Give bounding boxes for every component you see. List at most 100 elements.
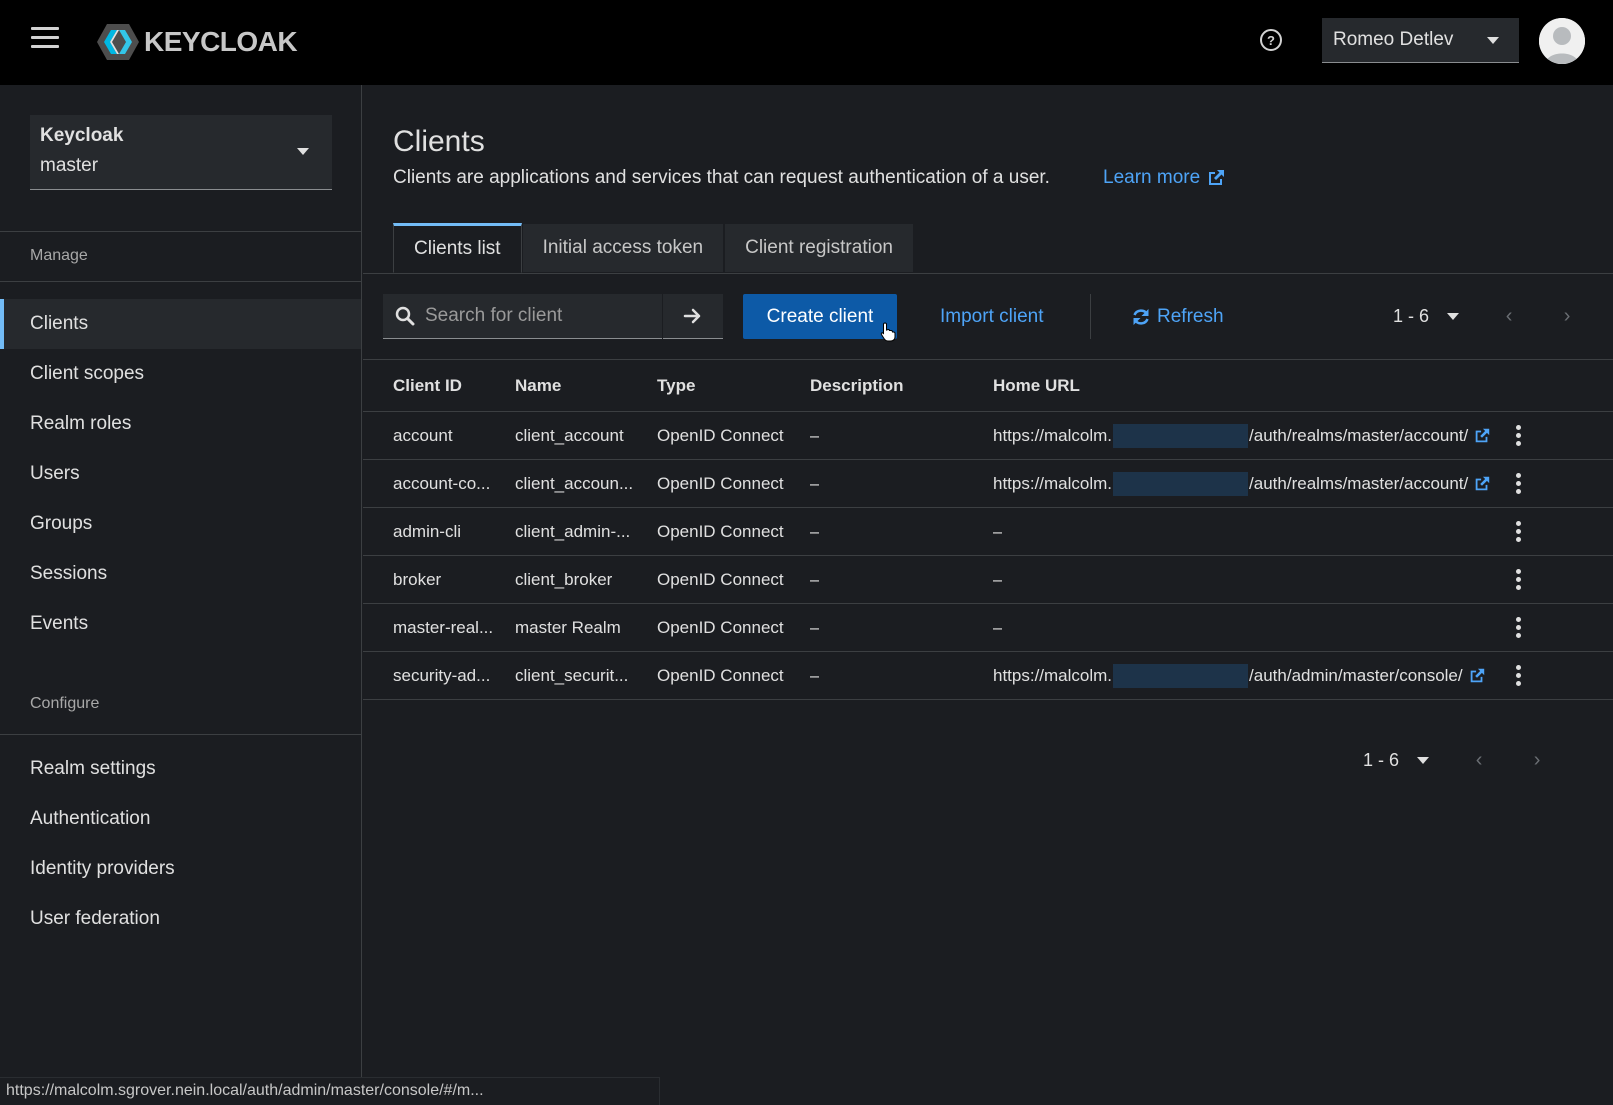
previous-page-icon[interactable]: ‹: [1499, 305, 1519, 328]
client-id-link[interactable]: broker: [393, 556, 441, 603]
client-id-link[interactable]: security-ad...: [393, 652, 490, 699]
learn-more-link[interactable]: Learn more: [1103, 167, 1226, 189]
home-url-link[interactable]: https://malcolm. /auth/admin/master/cons…: [993, 652, 1486, 699]
sidebar-item-clients[interactable]: Clients: [0, 299, 361, 349]
column-header-name[interactable]: Name: [515, 360, 561, 411]
search-submit-button[interactable]: [663, 294, 723, 339]
row-actions-kebab-icon[interactable]: [1503, 652, 1533, 699]
home-url-suffix: /auth/realms/master/account/: [1249, 425, 1469, 445]
home-url-prefix: https://malcolm.: [993, 473, 1113, 493]
table-row: admin-cli client_admin-... OpenID Connec…: [363, 508, 1613, 556]
client-id-link[interactable]: account: [393, 412, 453, 459]
sidebar-item-groups[interactable]: Groups: [0, 499, 361, 549]
caret-down-icon: [1487, 37, 1499, 44]
row-actions-kebab-icon[interactable]: [1503, 460, 1533, 507]
realm-selector[interactable]: Keycloak master: [30, 115, 332, 190]
table-row: account client_account OpenID Connect – …: [363, 412, 1613, 460]
home-url-prefix: https://malcolm.: [993, 665, 1113, 685]
home-url-empty: –: [993, 569, 1003, 589]
column-header-type[interactable]: Type: [657, 360, 695, 411]
client-description: –: [810, 473, 820, 493]
sidebar-item-sessions[interactable]: Sessions: [0, 549, 361, 599]
pagination-toggle[interactable]: 1 - 6: [1393, 306, 1460, 327]
avatar[interactable]: [1539, 18, 1585, 64]
sidebar-section-manage: Manage: [30, 247, 88, 264]
client-type: OpenID Connect: [657, 521, 784, 541]
sidebar-divider: [0, 231, 362, 232]
client-name: client_account: [515, 425, 624, 445]
help-icon[interactable]: ?: [1260, 29, 1282, 51]
client-name: master Realm: [515, 617, 621, 637]
refresh-icon: [1133, 308, 1149, 325]
tab-client-registration[interactable]: Client registration: [724, 223, 914, 273]
column-header-description[interactable]: Description: [810, 360, 904, 411]
row-actions-kebab-icon[interactable]: [1503, 412, 1533, 459]
sidebar-item-authentication[interactable]: Authentication: [0, 794, 361, 844]
client-id-link[interactable]: master-real...: [393, 604, 493, 651]
refresh-label: Refresh: [1157, 305, 1224, 327]
hamburger-menu-icon[interactable]: [31, 27, 59, 51]
client-name: client_admin-...: [515, 521, 631, 541]
pagination-range: 1 - 6: [1363, 750, 1400, 770]
row-actions-kebab-icon[interactable]: [1503, 508, 1533, 555]
next-page-icon[interactable]: ›: [1527, 749, 1547, 772]
create-client-button[interactable]: Create client: [743, 294, 897, 339]
hand-cursor-icon: [880, 322, 896, 342]
redacted-block: [1113, 663, 1249, 688]
external-link-icon: [1470, 668, 1484, 682]
next-page-icon[interactable]: ›: [1557, 305, 1577, 328]
home-url-prefix: https://malcolm.: [993, 425, 1113, 445]
tab-clients-list[interactable]: Clients list: [393, 223, 522, 273]
table-row: account-co... client_accoun... OpenID Co…: [363, 460, 1613, 508]
row-actions-kebab-icon[interactable]: [1503, 556, 1533, 603]
client-type: OpenID Connect: [657, 665, 784, 685]
tab-initial-access-token[interactable]: Initial access token: [521, 223, 725, 273]
caret-down-icon: [297, 148, 309, 155]
sidebar-item-events[interactable]: Events: [0, 599, 361, 649]
home-url-empty: –: [993, 617, 1003, 637]
client-type: OpenID Connect: [657, 617, 784, 637]
refresh-button[interactable]: Refresh: [1131, 294, 1224, 339]
sidebar-item-realm-settings[interactable]: Realm settings: [0, 744, 361, 794]
client-type: OpenID Connect: [657, 425, 784, 445]
home-url-link[interactable]: https://malcolm. /auth/realms/master/acc…: [993, 460, 1491, 507]
masthead: KEYCLOAK ? Romeo Detlev: [0, 0, 1613, 85]
external-link-icon: [1209, 170, 1225, 185]
search-box: [383, 294, 662, 339]
sidebar-item-identity-providers[interactable]: Identity providers: [0, 844, 361, 894]
top-pagination: 1 - 6 ‹ ›: [1393, 294, 1577, 339]
client-id-link[interactable]: admin-cli: [393, 508, 461, 555]
previous-page-icon[interactable]: ‹: [1469, 749, 1489, 772]
import-client-button[interactable]: Import client: [940, 294, 1043, 339]
home-url-link[interactable]: https://malcolm. /auth/realms/master/acc…: [993, 412, 1491, 459]
page-title: Clients: [393, 125, 485, 158]
client-description: –: [810, 617, 820, 637]
sidebar-item-users[interactable]: Users: [0, 449, 361, 499]
external-link-icon: [1475, 476, 1490, 490]
user-name: Romeo Detlev: [1333, 29, 1454, 50]
keycloak-logo[interactable]: KEYCLOAK: [96, 22, 298, 62]
client-description: –: [810, 521, 820, 541]
client-id-link[interactable]: account-co...: [393, 460, 490, 507]
pagination-toggle[interactable]: 1 - 6: [1363, 750, 1430, 771]
home-url-suffix: /auth/realms/master/account/: [1249, 473, 1469, 493]
table-header: Client ID Name Type Description Home URL: [363, 360, 1613, 412]
external-link-icon: [1475, 428, 1490, 442]
column-header-home-url[interactable]: Home URL: [993, 360, 1080, 411]
sidebar-item-client-scopes[interactable]: Client scopes: [0, 349, 361, 399]
keycloak-logo-icon: [97, 24, 139, 60]
toolbar-separator: [1090, 294, 1091, 339]
search-input[interactable]: [425, 305, 645, 327]
logo-text: KEYCLOAK: [144, 26, 298, 57]
sidebar-item-user-federation[interactable]: User federation: [0, 894, 361, 944]
user-dropdown[interactable]: Romeo Detlev: [1322, 18, 1519, 63]
table-row: security-ad... client_securit... OpenID …: [363, 652, 1613, 700]
sidebar-divider: [0, 734, 362, 735]
client-name: client_accoun...: [515, 473, 634, 493]
realm-selector-value: master: [40, 155, 99, 176]
redacted-block: [1113, 423, 1249, 448]
row-actions-kebab-icon[interactable]: [1503, 604, 1533, 651]
column-header-client-id[interactable]: Client ID: [393, 360, 462, 411]
browser-status-bar: https://malcolm.sgrover.nein.local/auth/…: [0, 1077, 660, 1105]
sidebar-item-realm-roles[interactable]: Realm roles: [0, 399, 361, 449]
